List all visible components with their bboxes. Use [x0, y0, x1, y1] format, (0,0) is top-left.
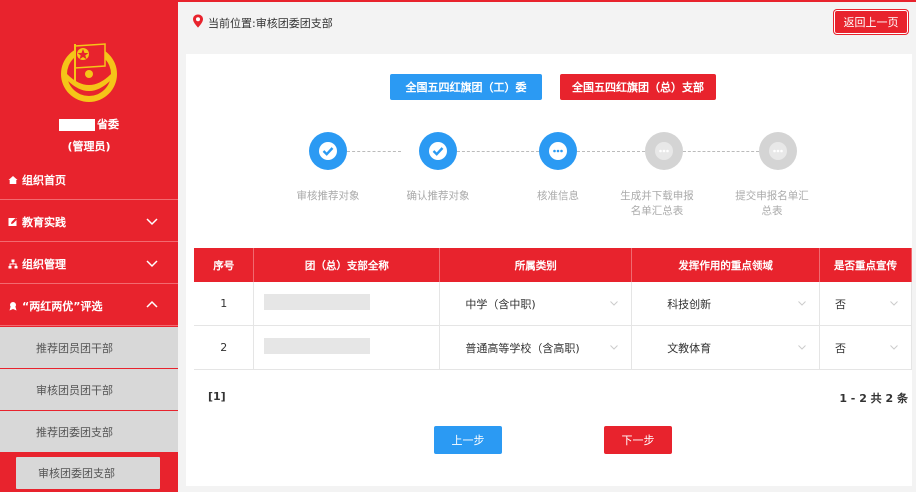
- col-header-category: 所属类别: [439, 248, 633, 282]
- row-index: 2: [194, 325, 255, 370]
- sidebar-item-education[interactable]: 教育实践: [0, 202, 178, 242]
- sidebar-item-home[interactable]: 组织首页: [0, 160, 178, 200]
- sidebar-item-selection[interactable]: “两红两优”评选: [0, 286, 178, 326]
- sidebar-item-label: “两红两优”评选: [22, 299, 103, 313]
- step-label: 审核推荐对象: [296, 190, 360, 202]
- org-icon: [8, 259, 18, 269]
- award-icon: [8, 301, 18, 311]
- sidebar: 省委 (管理员) 组织首页 教育实践 组织管理 “两红两优”评选 推荐团员团干部…: [0, 0, 178, 492]
- col-header-name: 团（总）支部全称: [253, 248, 441, 282]
- col-header-field: 发挥作用的重点领域: [631, 248, 821, 282]
- main-panel: 全国五四红旗团（工）委 全国五四红旗团（总）支部 审核推荐对象 确认推荐对象 核…: [186, 54, 912, 486]
- step-connector: [683, 151, 759, 152]
- home-icon: [8, 175, 18, 185]
- pagination-pages[interactable]: [1]: [208, 390, 226, 403]
- chevron-down-icon: [610, 301, 619, 306]
- pagination-summary: 1 - 2 共 2 条: [839, 392, 908, 405]
- promote-select[interactable]: 否: [819, 325, 912, 370]
- col-header-promote: 是否重点宣传: [819, 248, 912, 282]
- step-label: 提交申报名单汇总表: [735, 190, 809, 217]
- field-select[interactable]: 文教体育: [631, 325, 821, 370]
- sidebar-item-label: 组织管理: [22, 257, 66, 271]
- category-select[interactable]: 中学（含中职): [439, 282, 633, 326]
- tab-general-branch[interactable]: 全国五四红旗团（总）支部: [560, 74, 716, 100]
- sidebar-subitem-recommend-members[interactable]: 推荐团员团干部: [0, 327, 178, 369]
- sidebar-item-label: 教育实践: [22, 215, 66, 229]
- step-1-check-icon: [309, 132, 347, 170]
- row-name-cell: [253, 325, 441, 370]
- sidebar-item-label: 组织首页: [22, 173, 66, 187]
- user-role: (管理员): [67, 140, 111, 153]
- row-name-cell: [253, 282, 441, 326]
- breadcrumb: 当前位置:审核团委团支部: [208, 17, 333, 30]
- category-value: 中学（含中职): [465, 297, 536, 311]
- field-select[interactable]: 科技创新: [631, 282, 821, 326]
- topbar: 当前位置:审核团委团支部 返回上一页: [178, 0, 916, 42]
- step-5-dots-icon: [759, 132, 797, 170]
- chevron-down-icon: [890, 301, 898, 306]
- chevron-down-icon: [798, 301, 806, 306]
- row-index: 1: [194, 282, 255, 326]
- step-3-dots-icon: [539, 132, 577, 170]
- redacted-province: [59, 119, 95, 131]
- step-2-check-icon: [419, 132, 457, 170]
- chevron-up-icon: [146, 300, 158, 308]
- step-connector: [457, 151, 539, 152]
- next-step-button[interactable]: 下一步: [604, 426, 672, 454]
- step-label: 生成并下载申报名单汇总表: [620, 190, 694, 217]
- previous-step-button[interactable]: 上一步: [434, 426, 502, 454]
- chevron-down-icon: [146, 218, 158, 226]
- step-4-dots-icon: [645, 132, 683, 170]
- edit-icon: [8, 217, 18, 227]
- tab-league-committee[interactable]: 全国五四红旗团（工）委: [390, 74, 542, 100]
- promote-value: 否: [835, 297, 847, 311]
- promote-select[interactable]: 否: [819, 282, 912, 326]
- chevron-down-icon: [146, 260, 158, 268]
- sidebar-subitem-review-branches[interactable]: 审核团委团支部: [14, 455, 162, 491]
- step-label: 确认推荐对象: [406, 190, 470, 202]
- promote-value: 否: [835, 341, 847, 355]
- step-connector: [347, 151, 401, 152]
- sidebar-item-org-management[interactable]: 组织管理: [0, 244, 178, 284]
- user-name: 省委: [0, 116, 178, 132]
- sidebar-subitem-recommend-branches[interactable]: 推荐团委团支部: [0, 411, 178, 453]
- location-pin-icon: [193, 14, 203, 28]
- table-header: 序号 团（总）支部全称 所属类别 发挥作用的重点领域 是否重点宣传: [194, 248, 912, 282]
- category-select[interactable]: 普通高等学校（含高职): [439, 325, 633, 370]
- field-value: 文教体育: [667, 341, 712, 355]
- field-value: 科技创新: [667, 297, 712, 311]
- step-connector: [577, 151, 655, 152]
- chevron-down-icon: [798, 345, 806, 350]
- category-value: 普通高等学校（含高职): [465, 341, 580, 355]
- redacted-name: [264, 338, 371, 354]
- step-label: 核准信息: [537, 190, 579, 202]
- table-row: 1 中学（含中职) 科技创新 否: [194, 282, 912, 326]
- back-button[interactable]: 返回上一页: [834, 10, 908, 34]
- branch-table: 序号 团（总）支部全称 所属类别 发挥作用的重点领域 是否重点宣传 1 中学（含…: [194, 248, 912, 370]
- chevron-down-icon: [610, 345, 619, 350]
- table-row: 2 普通高等学校（含高职) 文教体育 否: [194, 325, 912, 370]
- chevron-down-icon: [890, 345, 898, 350]
- col-header-index: 序号: [194, 248, 255, 282]
- youth-league-emblem: [61, 43, 117, 102]
- sidebar-subitem-review-members[interactable]: 审核团员团干部: [0, 369, 178, 411]
- redacted-name: [264, 294, 371, 310]
